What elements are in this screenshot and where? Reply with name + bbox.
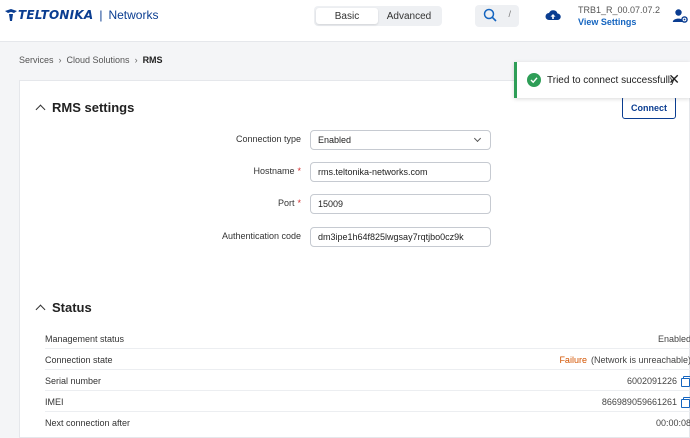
- required-marker: *: [297, 166, 301, 176]
- status-row-connection-state: Connection state Failure (Network is unr…: [45, 349, 690, 370]
- connection-type-select[interactable]: Enabled: [310, 130, 491, 150]
- teltonika-logo[interactable]: TELTONIKA | Networks: [4, 8, 158, 22]
- breadcrumb-cloud-solutions[interactable]: Cloud Solutions: [67, 55, 130, 65]
- port-row: Port * 15009: [20, 194, 520, 214]
- breadcrumb-chevron-icon: ›: [58, 55, 62, 65]
- breadcrumb-services[interactable]: Services: [19, 55, 54, 65]
- search-shortcut: /: [508, 9, 511, 19]
- copy-icon[interactable]: [681, 397, 690, 408]
- cloud-upload-icon[interactable]: [545, 8, 561, 22]
- status-row-next-connection: Next connection after 00:00:08: [45, 412, 690, 433]
- status-label: Next connection after: [45, 418, 131, 428]
- port-label: Port *: [277, 198, 301, 208]
- logo-separator: |: [99, 8, 103, 22]
- mode-basic-button[interactable]: Basic: [316, 8, 378, 24]
- collapse-chevron-icon: [35, 304, 46, 315]
- hostname-label: Hostname *: [253, 166, 301, 176]
- logo-subtitle: Networks: [108, 8, 159, 22]
- breadcrumb-rms: RMS: [142, 55, 163, 65]
- connection-type-label: Connection type: [235, 134, 301, 144]
- status-label: Management status: [45, 334, 125, 344]
- rms-settings-header[interactable]: RMS settings: [35, 100, 135, 115]
- status-title: Status: [52, 300, 92, 315]
- status-value: 00:00:08: [655, 418, 690, 428]
- search-button[interactable]: /: [475, 5, 519, 27]
- user-settings-icon[interactable]: [672, 8, 688, 24]
- success-toast: Tried to connect successfully ✕: [514, 62, 690, 98]
- chevron-down-icon: [473, 134, 482, 143]
- check-circle-icon: [527, 73, 541, 87]
- mode-switch: Basic Advanced: [314, 6, 442, 26]
- status-value: Failure (Network is unreachable): [559, 355, 690, 365]
- copy-icon[interactable]: [681, 376, 690, 387]
- status-value: 866989059661261: [602, 397, 690, 408]
- status-row-management: Management status Enabled: [45, 328, 690, 349]
- status-label: Serial number: [45, 376, 102, 386]
- auth-code-label: Authentication code: [221, 231, 301, 241]
- status-value: Enabled: [657, 334, 690, 344]
- connection-type-row: Connection type Enabled: [20, 130, 520, 150]
- required-marker: *: [297, 198, 301, 208]
- auth-code-input[interactable]: dm3ipe1h64f825lwgsay7rqtjbo0cz9k: [310, 227, 491, 247]
- breadcrumb: Services › Cloud Solutions › RMS: [19, 55, 163, 65]
- status-row-serial: Serial number 6002091226: [45, 370, 690, 391]
- connection-type-value: Enabled: [318, 135, 352, 145]
- logo-text: TELTONIKA: [18, 8, 94, 22]
- search-icon: [483, 8, 497, 22]
- failure-text: Failure: [559, 355, 587, 365]
- rms-card: RMS settings Connect Connection type Ena…: [19, 80, 690, 438]
- status-value: 6002091226: [627, 376, 690, 387]
- status-label: Connection state: [45, 355, 113, 365]
- port-input[interactable]: 15009: [310, 194, 491, 214]
- status-label: IMEI: [45, 397, 64, 407]
- teltonika-logo-icon: [5, 9, 17, 21]
- device-name: TRB1_R_00.07.07.2: [578, 5, 661, 15]
- hostname-row: Hostname * rms.teltonika-networks.com: [20, 162, 520, 182]
- top-header: TELTONIKA | Networks Basic Advanced / TR…: [0, 0, 690, 42]
- toast-message: Tried to connect successfully: [547, 74, 676, 86]
- failure-detail: (Network is unreachable): [590, 355, 690, 365]
- status-row-imei: IMEI 866989059661261: [45, 391, 690, 412]
- connect-button[interactable]: Connect: [622, 96, 676, 119]
- auth-code-row: Authentication code dm3ipe1h64f825lwgsay…: [20, 227, 520, 247]
- breadcrumb-chevron-icon: ›: [134, 55, 138, 65]
- rms-settings-title: RMS settings: [52, 100, 135, 115]
- collapse-chevron-icon: [35, 104, 46, 115]
- hostname-input[interactable]: rms.teltonika-networks.com: [310, 162, 491, 182]
- mode-advanced-button[interactable]: Advanced: [378, 8, 440, 24]
- close-icon[interactable]: ✕: [668, 72, 680, 86]
- view-settings-link[interactable]: View Settings: [578, 17, 636, 27]
- status-header[interactable]: Status: [35, 300, 92, 315]
